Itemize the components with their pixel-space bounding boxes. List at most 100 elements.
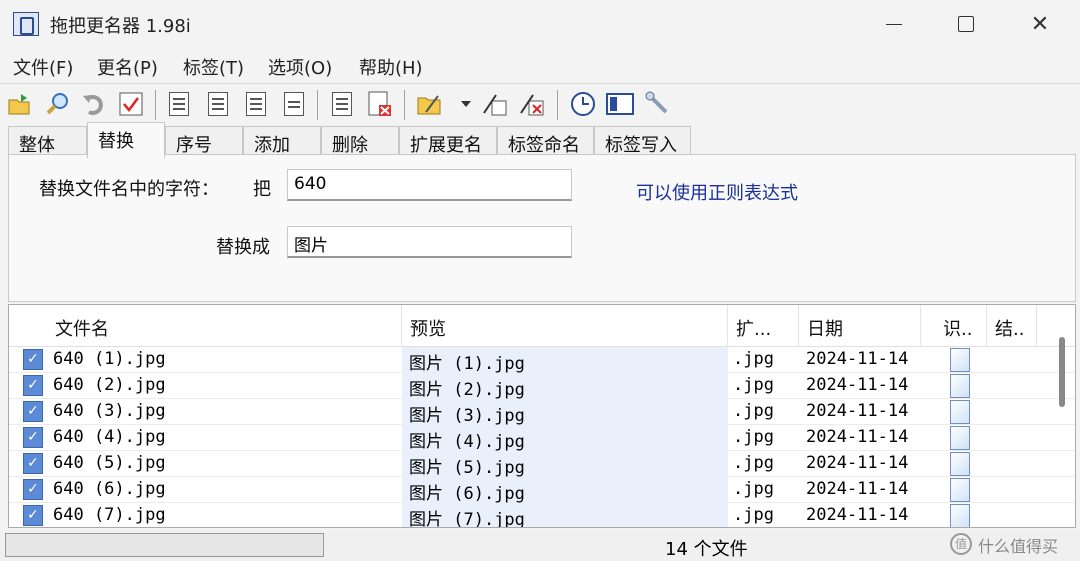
row-date: 2024-11-14: [806, 453, 909, 473]
row-checkbox[interactable]: ✓: [23, 427, 43, 448]
watermark-text: 什么值得买: [978, 537, 1059, 556]
column-id[interactable]: 识..: [935, 305, 987, 347]
row-preview: 图片 (1).jpg: [409, 354, 525, 374]
row-checkbox[interactable]: ✓: [23, 479, 43, 500]
row-date: 2024-11-14: [806, 505, 909, 525]
doc-edit-icon[interactable]: [204, 90, 232, 118]
tab-overall[interactable]: 整体: [8, 126, 87, 156]
progress-bar: [5, 533, 324, 557]
toolbar-separator: [155, 90, 156, 120]
file-icon: [950, 348, 970, 372]
file-icon: [950, 478, 970, 502]
minimize-icon[interactable]: [864, 6, 924, 42]
tab-tag-rename[interactable]: 标签命名: [497, 126, 594, 156]
wand-icon[interactable]: [644, 90, 672, 118]
row-extension: .jpg: [733, 375, 774, 395]
file-icon: [950, 452, 970, 476]
table-row[interactable]: ✓ 640 (6).jpg 图片 (6).jpg .jpg 2024-11-14: [9, 477, 1075, 504]
menu-rename[interactable]: 更名(P): [97, 54, 158, 80]
column-extension[interactable]: 扩...: [728, 305, 799, 347]
file-icon: [950, 374, 970, 398]
doc-lines-icon[interactable]: [328, 90, 356, 118]
replace-input[interactable]: 图片: [287, 226, 572, 258]
replace-label: 替换成: [216, 237, 270, 258]
file-list[interactable]: 文件名 预览 扩... 日期 识.. 结.. ✓ 640 (1).jpg 图片 …: [8, 304, 1076, 528]
toolbar-separator: [404, 90, 405, 120]
find-input[interactable]: 640: [287, 169, 572, 201]
undo-icon[interactable]: [80, 90, 108, 118]
file-icon: [950, 400, 970, 424]
table-row[interactable]: ✓ 640 (1).jpg 图片 (1).jpg .jpg 2024-11-14: [9, 347, 1075, 374]
menu-file[interactable]: 文件(F): [13, 54, 73, 80]
row-date: 2024-11-14: [806, 401, 909, 421]
menu-help[interactable]: 帮助(H): [359, 54, 423, 80]
title-bar: 拖把更名器 1.98i ✕: [0, 0, 1080, 48]
row-extension: .jpg: [733, 453, 774, 473]
doc-list-icon[interactable]: [165, 90, 193, 118]
row-preview: 图片 (4).jpg: [409, 432, 525, 452]
table-row[interactable]: ✓ 640 (3).jpg 图片 (3).jpg .jpg 2024-11-14: [9, 399, 1075, 426]
column-result[interactable]: 结..: [987, 305, 1037, 347]
column-filename[interactable]: 文件名: [47, 305, 402, 347]
file-icon: [950, 504, 970, 527]
row-checkbox[interactable]: ✓: [23, 401, 43, 422]
table-row[interactable]: ✓ 640 (4).jpg 图片 (4).jpg .jpg 2024-11-14: [9, 425, 1075, 452]
row-extension: .jpg: [733, 401, 774, 421]
row-date: 2024-11-14: [806, 479, 909, 499]
row-checkbox[interactable]: ✓: [23, 453, 43, 474]
row-preview: 图片 (7).jpg: [409, 510, 525, 528]
status-bar: 14 个文件 值 什么值得买: [0, 530, 1080, 561]
doc-grid-icon[interactable]: [280, 90, 308, 118]
row-extension: .jpg: [733, 505, 774, 525]
row-filename: 640 (2).jpg: [53, 375, 166, 395]
regex-note: 可以使用正则表达式: [636, 183, 798, 204]
clock-icon[interactable]: [569, 90, 597, 118]
search-icon[interactable]: [44, 90, 72, 118]
row-filename: 640 (5).jpg: [53, 453, 166, 473]
menu-options[interactable]: 选项(O): [268, 54, 332, 80]
file-icon: [950, 426, 970, 450]
table-row[interactable]: ✓ 640 (7).jpg 图片 (7).jpg .jpg 2024-11-14: [9, 503, 1075, 528]
tab-sequence[interactable]: 序号: [165, 126, 243, 156]
open-folder-icon[interactable]: [6, 90, 34, 118]
folder-open-icon[interactable]: [416, 90, 444, 118]
doc-down-icon[interactable]: [242, 90, 270, 118]
tab-replace[interactable]: 替换: [87, 122, 165, 158]
check-icon[interactable]: [117, 90, 145, 118]
menu-tags[interactable]: 标签(T): [183, 54, 244, 80]
rename-delete-icon[interactable]: [517, 90, 545, 118]
column-date[interactable]: 日期: [799, 305, 921, 347]
row-date: 2024-11-14: [806, 375, 909, 395]
panel-icon[interactable]: [606, 90, 634, 118]
row-checkbox[interactable]: ✓: [23, 349, 43, 370]
row-preview: 图片 (5).jpg: [409, 458, 525, 478]
toolbar: [0, 86, 1080, 124]
file-count: 14 个文件: [665, 539, 748, 560]
maximize-icon[interactable]: [936, 6, 996, 42]
tab-add[interactable]: 添加: [243, 126, 321, 156]
row-checkbox[interactable]: ✓: [23, 375, 43, 396]
dropdown-icon[interactable]: [452, 90, 480, 118]
find-prefix-label: 把: [253, 179, 271, 200]
row-preview: 图片 (2).jpg: [409, 380, 525, 400]
doc-delete-icon[interactable]: [366, 90, 394, 118]
toolbar-separator: [317, 90, 318, 120]
row-filename: 640 (1).jpg: [53, 349, 166, 369]
file-list-header: 文件名 预览 扩... 日期 识.. 结..: [9, 305, 1075, 347]
column-preview[interactable]: 预览: [402, 305, 728, 347]
table-row[interactable]: ✓ 640 (5).jpg 图片 (5).jpg .jpg 2024-11-14: [9, 451, 1075, 478]
row-checkbox[interactable]: ✓: [23, 505, 43, 526]
tab-extension-rename[interactable]: 扩展更名: [399, 126, 497, 156]
table-row[interactable]: ✓ 640 (2).jpg 图片 (2).jpg .jpg 2024-11-14: [9, 373, 1075, 400]
row-extension: .jpg: [733, 479, 774, 499]
tab-delete[interactable]: 删除: [321, 126, 399, 156]
menu-bar: 文件(F) 更名(P) 标签(T) 选项(O) 帮助(H): [0, 48, 1080, 84]
row-filename: 640 (4).jpg: [53, 427, 166, 447]
row-preview: 图片 (3).jpg: [409, 406, 525, 426]
rename-icon[interactable]: [480, 90, 508, 118]
close-icon[interactable]: ✕: [1010, 6, 1070, 42]
tab-tag-write[interactable]: 标签写入: [594, 126, 691, 156]
vertical-scrollbar[interactable]: [1059, 337, 1065, 407]
row-filename: 640 (7).jpg: [53, 505, 166, 525]
row-extension: .jpg: [733, 349, 774, 369]
